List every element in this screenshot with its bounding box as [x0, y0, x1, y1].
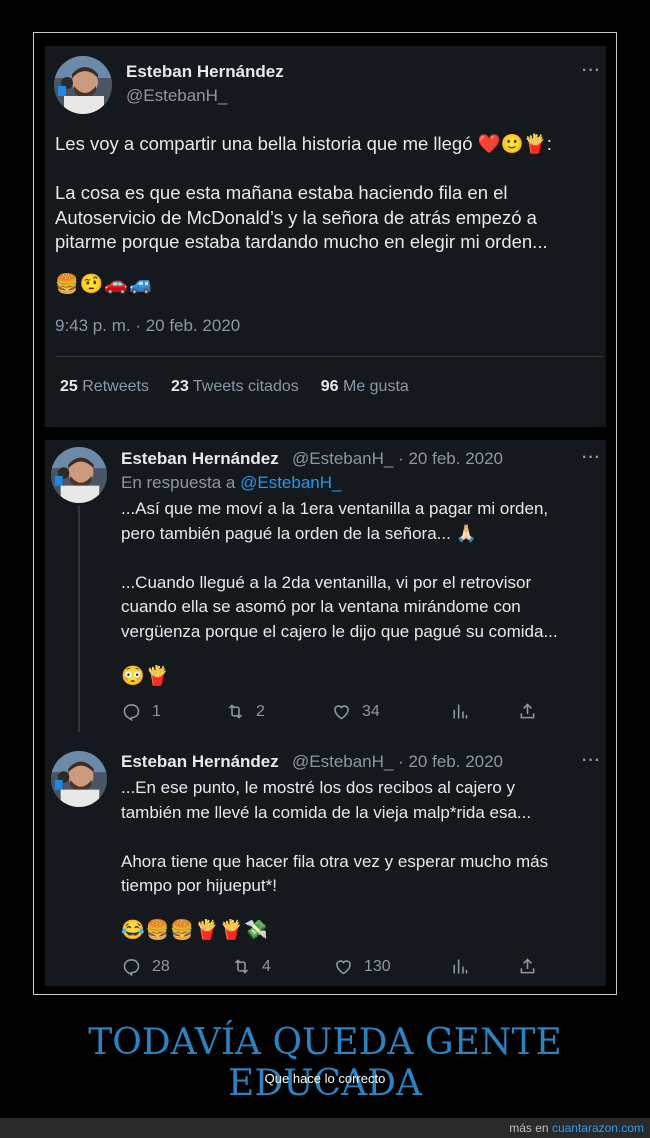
tweet-text: ...Así que me moví a la 1era ventanilla …	[121, 499, 558, 641]
reply-button[interactable]: 1	[121, 701, 161, 722]
retweet-count: 2	[256, 702, 265, 720]
share-button[interactable]	[517, 701, 538, 722]
avatar[interactable]	[51, 751, 107, 807]
quotes-label: Tweets citados	[192, 378, 299, 395]
like-count: 34	[362, 702, 380, 720]
avatar[interactable]	[54, 56, 112, 114]
retweet-icon	[228, 704, 243, 719]
retweet-button[interactable]: 4	[231, 956, 271, 977]
tweet-emojis: 😳🍟	[121, 666, 171, 687]
divider	[55, 356, 603, 357]
retweet-count: 4	[262, 957, 271, 975]
author-name[interactable]: Esteban Hernández	[121, 449, 279, 469]
tweet-emojis: 😂🍔🍔🍟🍟💸	[121, 920, 269, 941]
share-icon	[520, 958, 535, 974]
author-handle[interactable]: @EstebanH_	[126, 86, 227, 106]
meme-title: TODAVÍA QUEDA GENTE EDUCADA	[88, 1022, 562, 1104]
retweets-stat[interactable]: 25 Retweets	[60, 378, 149, 396]
like-count: 130	[364, 957, 391, 975]
likes-stat[interactable]: 96 Me gusta	[321, 378, 409, 396]
tweet-timestamp[interactable]: 9:43 p. m. · 20 feb. 2020	[55, 316, 240, 336]
reply-button[interactable]: 28	[121, 956, 170, 977]
tweet-actions: 1 2 34	[121, 701, 601, 725]
footer-bar: más en cuantarazon.com	[0, 1118, 650, 1138]
more-options-icon[interactable]: ···	[582, 449, 601, 467]
likes-label: Me gusta	[342, 378, 409, 395]
tweet-stats: 25 Retweets 23 Tweets citados 96 Me gust…	[60, 378, 409, 396]
author-name[interactable]: Esteban Hernández	[121, 752, 279, 772]
more-options-icon[interactable]: ···	[582, 752, 601, 770]
reply-mention-link[interactable]: @EstebanH_	[240, 473, 341, 492]
quotes-stat[interactable]: 23 Tweets citados	[171, 378, 299, 396]
views-button[interactable]	[449, 956, 470, 977]
reply-count: 28	[152, 957, 170, 975]
like-icon	[336, 960, 351, 975]
like-button[interactable]: 34	[331, 701, 380, 722]
likes-count: 96	[320, 378, 339, 395]
views-icon	[453, 959, 468, 974]
main-tweet-card: Esteban Hernández @EstebanH_ ··· Les voy…	[45, 46, 606, 427]
tweet-meta[interactable]: @EstebanH_ · 20 feb. 2020	[292, 449, 503, 469]
tweet-actions: 28 4 130	[121, 956, 601, 980]
tweet-meta[interactable]: @EstebanH_ · 20 feb. 2020	[292, 752, 503, 772]
reply-count: 1	[152, 702, 161, 720]
thread-card: Esteban Hernández @EstebanH_ · 20 feb. 2…	[45, 440, 606, 986]
retweets-count: 25	[60, 378, 78, 395]
like-button[interactable]: 130	[333, 956, 391, 977]
more-options-icon[interactable]: ···	[582, 62, 601, 80]
retweet-icon	[234, 959, 249, 974]
footer-prefix: más en	[509, 1121, 549, 1135]
thread-line	[78, 506, 80, 732]
retweet-button[interactable]: 2	[225, 701, 265, 722]
footer-text: más en cuantarazon.com	[509, 1121, 644, 1135]
reply-icon	[123, 959, 140, 977]
reply-context: En respuesta a @EstebanH_	[121, 473, 341, 493]
site-link[interactable]: cuantarazon.com	[552, 1121, 644, 1135]
views-button[interactable]	[449, 701, 470, 722]
avatar-image	[51, 751, 107, 807]
reply-prefix: En respuesta a	[121, 473, 236, 492]
tweet-text: Les voy a compartir una bella historia q…	[55, 133, 552, 252]
share-button[interactable]	[517, 956, 538, 977]
tweet-emojis: 🍔🤨🚗🚙	[55, 274, 154, 295]
author-name[interactable]: Esteban Hernández	[126, 62, 284, 82]
reply-icon	[123, 704, 140, 722]
retweets-label: Retweets	[82, 378, 149, 395]
quotes-count: 23	[170, 378, 189, 395]
tweet-text: ...En ese punto, le mostré los dos recib…	[121, 778, 549, 895]
avatar[interactable]	[51, 447, 107, 503]
meme-subtitle: Que hace lo correcto	[264, 1071, 386, 1086]
avatar-image	[51, 447, 107, 503]
like-icon	[334, 705, 349, 720]
avatar-image	[54, 56, 112, 114]
views-icon	[453, 704, 468, 719]
share-icon	[520, 703, 535, 719]
